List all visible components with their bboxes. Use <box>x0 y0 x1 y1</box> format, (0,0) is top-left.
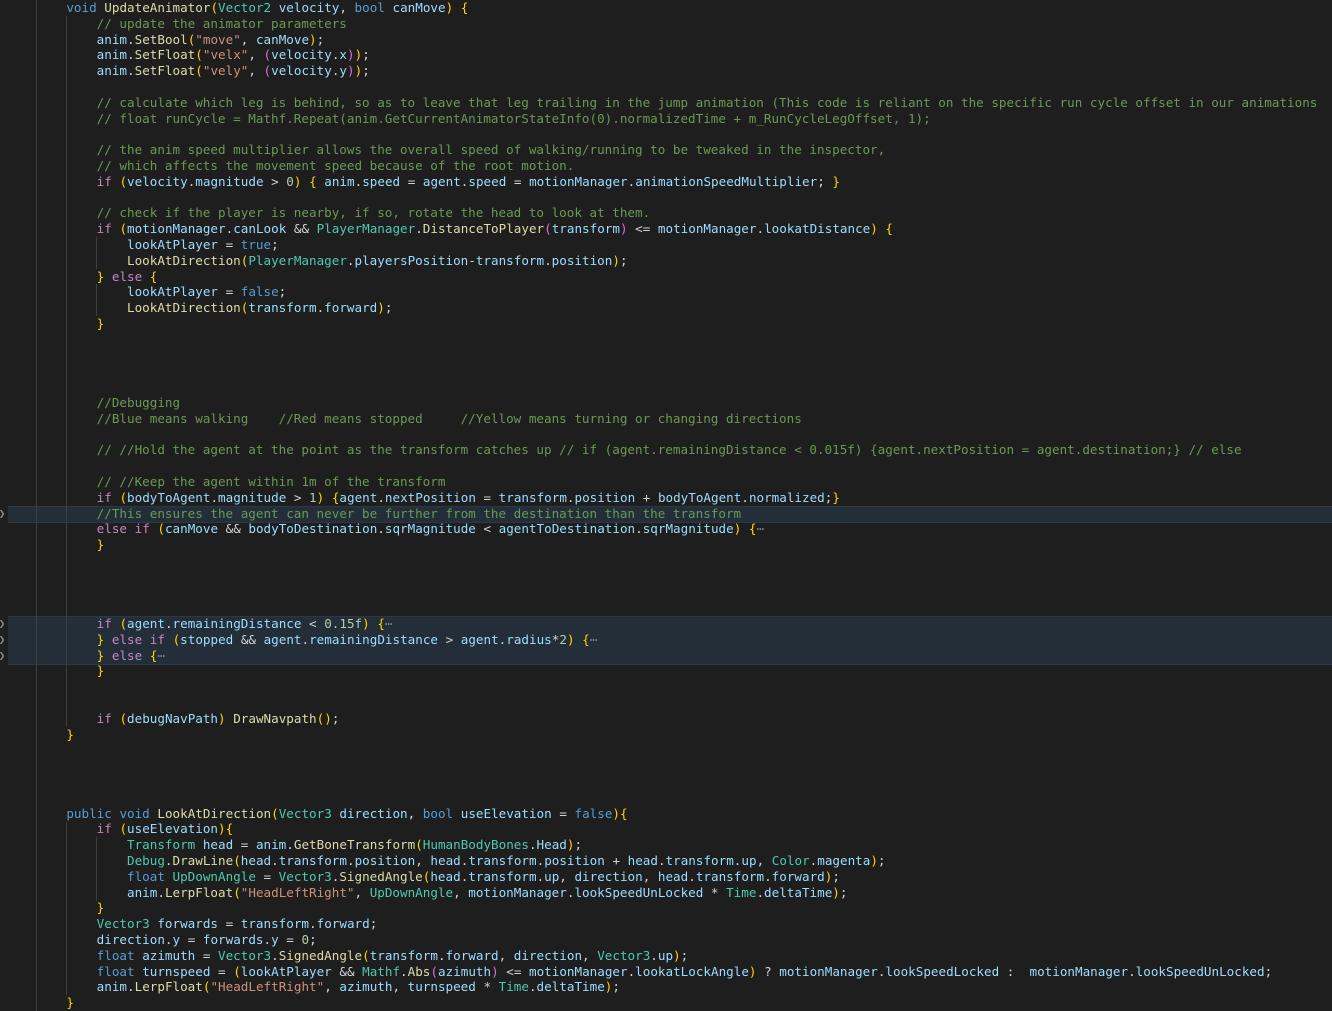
code-line[interactable]: anim.SetBool("move", canMove); <box>0 32 1332 48</box>
code-line[interactable] <box>0 363 1332 379</box>
code-line[interactable] <box>0 569 1332 585</box>
code-line[interactable]: // //Hold the agent at the point as the … <box>0 442 1332 458</box>
code-line[interactable]: if (useElevation){ <box>0 821 1332 837</box>
code-line[interactable]: //Blue means walking //Red means stopped… <box>0 411 1332 427</box>
code-line[interactable]: if (velocity.magnitude > 0) { anim.speed… <box>0 174 1332 190</box>
code-line[interactable]: // check if the player is nearby, if so,… <box>0 205 1332 221</box>
code-line[interactable]: if (agent.remainingDistance < 0.15f) {⋯ <box>0 616 1332 632</box>
code-line[interactable]: //Debugging <box>0 395 1332 411</box>
code-line[interactable]: //This ensures the agent can never be fu… <box>0 506 1332 522</box>
code-line[interactable]: LookAtDirection(transform.forward); <box>0 300 1332 316</box>
code-line[interactable]: } <box>0 537 1332 553</box>
code-line[interactable] <box>0 332 1332 348</box>
code-line[interactable]: Vector3 forwards = transform.forward; <box>0 916 1332 932</box>
code-line[interactable] <box>0 584 1332 600</box>
code-line[interactable] <box>0 379 1332 395</box>
code-line[interactable]: anim.SetFloat("velx", (velocity.x)); <box>0 47 1332 63</box>
code-line[interactable]: Debug.DrawLine(head.transform.position, … <box>0 853 1332 869</box>
code-line[interactable]: // update the animator parameters <box>0 16 1332 32</box>
code-line[interactable] <box>0 758 1332 774</box>
code-line[interactable] <box>0 679 1332 695</box>
code-line[interactable]: } <box>0 900 1332 916</box>
code-content[interactable]: void UpdateAnimator(Vector2 velocity, bo… <box>0 0 1332 1010</box>
code-line[interactable]: float turnspeed = (lookAtPlayer && Mathf… <box>0 964 1332 980</box>
code-line[interactable]: } <box>0 663 1332 679</box>
code-line[interactable] <box>0 742 1332 758</box>
code-line[interactable] <box>0 790 1332 806</box>
code-line[interactable]: } else {⋯ <box>0 648 1332 664</box>
code-line[interactable]: } <box>0 995 1332 1011</box>
code-line[interactable] <box>0 553 1332 569</box>
code-line[interactable]: float azimuth = Vector3.SignedAngle(tran… <box>0 948 1332 964</box>
code-line[interactable]: direction.y = forwards.y = 0; <box>0 932 1332 948</box>
code-line[interactable]: // float runCycle = Mathf.Repeat(anim.Ge… <box>0 111 1332 127</box>
code-line[interactable] <box>0 190 1332 206</box>
code-editor[interactable]: ❯❯❯❯ void UpdateAnimator(Vector2 velocit… <box>0 0 1332 1011</box>
code-line[interactable]: } else if (stopped && agent.remainingDis… <box>0 632 1332 648</box>
code-line[interactable]: // //Keep the agent within 1m of the tra… <box>0 474 1332 490</box>
code-line[interactable]: if (bodyToAgent.magnitude > 1) {agent.ne… <box>0 490 1332 506</box>
code-line[interactable]: LookAtDirection(PlayerManager.playersPos… <box>0 253 1332 269</box>
code-line[interactable]: // calculate which leg is behind, so as … <box>0 95 1332 111</box>
code-line[interactable]: anim.LerpFloat("HeadLeftRight", UpDownAn… <box>0 885 1332 901</box>
code-line[interactable]: // the anim speed multiplier allows the … <box>0 142 1332 158</box>
code-line[interactable]: float UpDownAngle = Vector3.SignedAngle(… <box>0 869 1332 885</box>
code-line[interactable]: lookAtPlayer = true; <box>0 237 1332 253</box>
code-line[interactable]: } <box>0 316 1332 332</box>
code-line[interactable] <box>0 427 1332 443</box>
code-line[interactable]: } else { <box>0 269 1332 285</box>
code-line[interactable] <box>0 774 1332 790</box>
code-line[interactable]: Transform head = anim.GetBoneTransform(H… <box>0 837 1332 853</box>
code-line[interactable]: lookAtPlayer = false; <box>0 284 1332 300</box>
code-line[interactable] <box>0 458 1332 474</box>
code-line[interactable] <box>0 600 1332 616</box>
code-line[interactable]: public void LookAtDirection(Vector3 dire… <box>0 806 1332 822</box>
code-line[interactable]: if (motionManager.canLook && PlayerManag… <box>0 221 1332 237</box>
code-line[interactable]: void UpdateAnimator(Vector2 velocity, bo… <box>0 0 1332 16</box>
code-line[interactable]: anim.LerpFloat("HeadLeftRight", azimuth,… <box>0 979 1332 995</box>
code-line[interactable]: // which affects the movement speed beca… <box>0 158 1332 174</box>
code-line[interactable] <box>0 79 1332 95</box>
code-line[interactable] <box>0 695 1332 711</box>
code-line[interactable]: } <box>0 727 1332 743</box>
code-line[interactable]: if (debugNavPath) DrawNavpath(); <box>0 711 1332 727</box>
code-line[interactable]: else if (canMove && bodyToDestination.sq… <box>0 521 1332 537</box>
code-line[interactable] <box>0 348 1332 364</box>
code-line[interactable]: anim.SetFloat("vely", (velocity.y)); <box>0 63 1332 79</box>
code-line[interactable] <box>0 126 1332 142</box>
